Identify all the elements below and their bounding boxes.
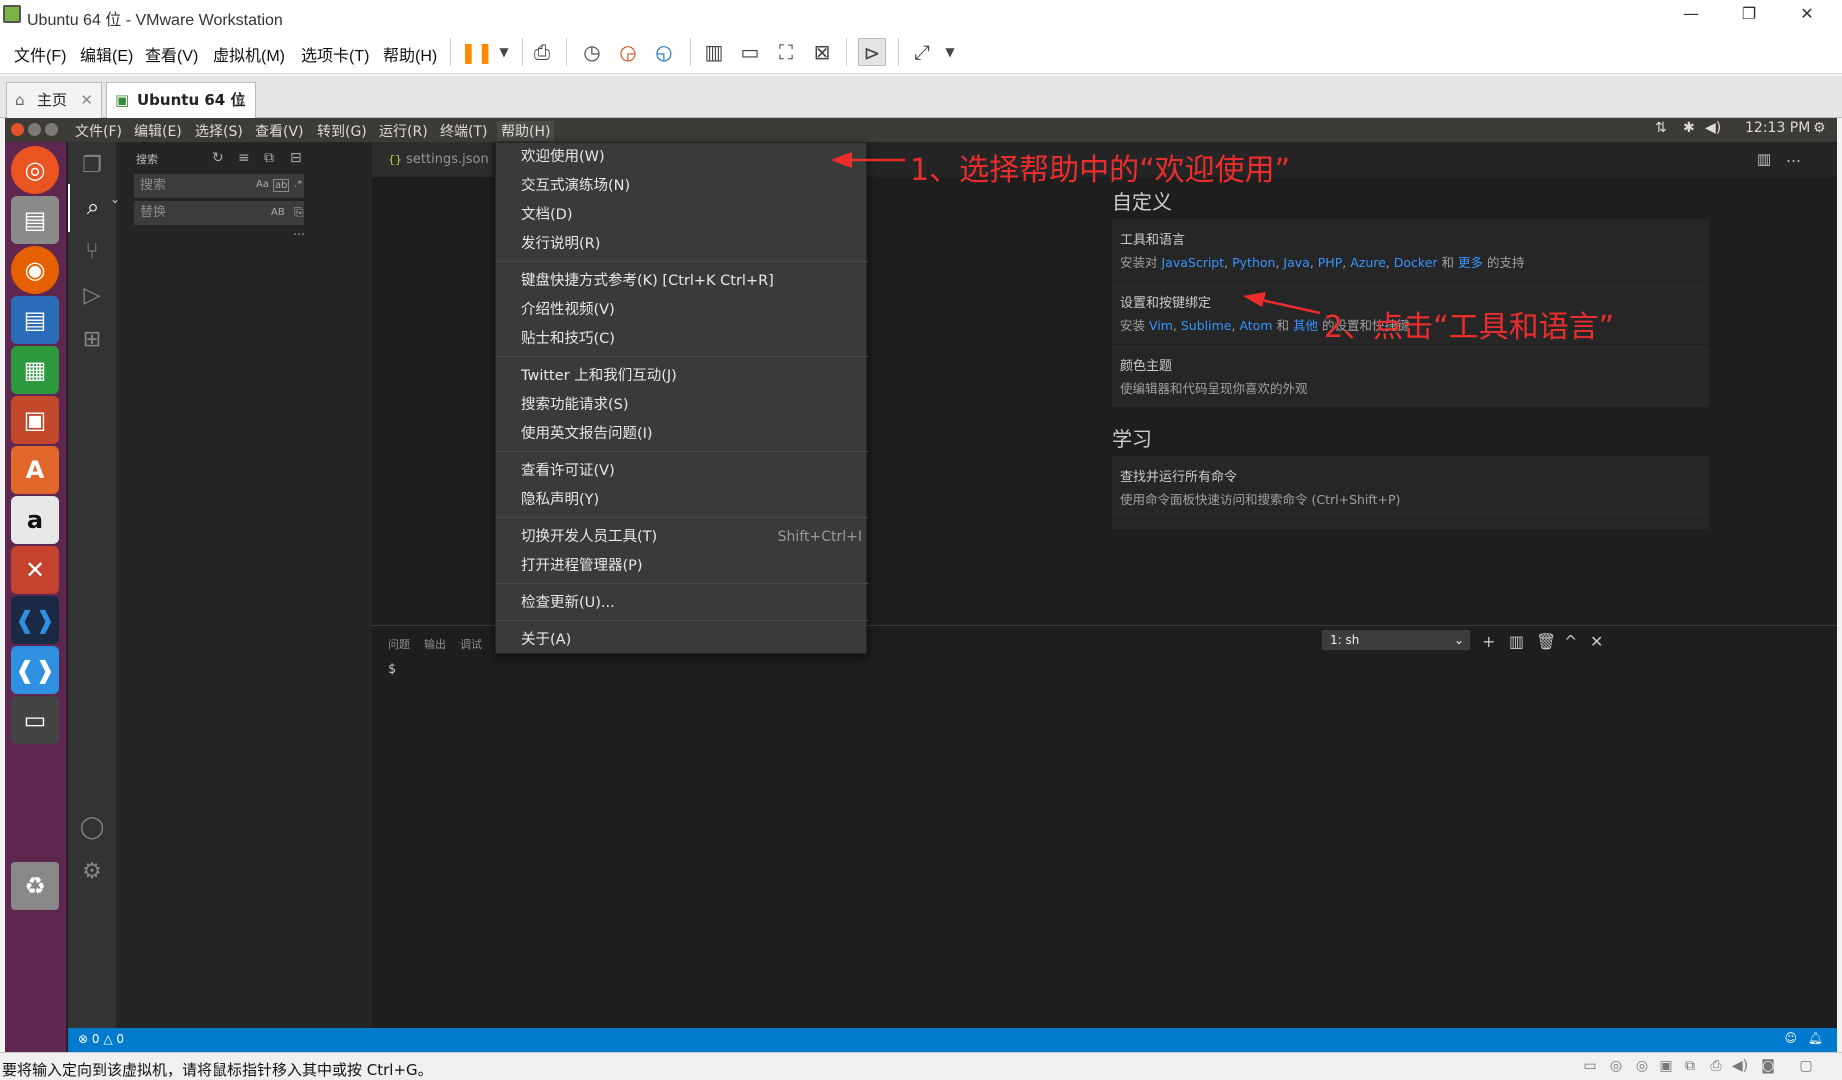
cd-icon[interactable]: ◎ (1606, 1058, 1626, 1076)
printer-icon[interactable]: ⎙ (1706, 1058, 1726, 1076)
host-status-bar: 要将输入定向到该虚拟机，请将鼠标指针移入其中或按 Ctrl+G。 ▭ ◎ ◎ ▣… (0, 1052, 1842, 1080)
camera-icon[interactable]: ◙ (1758, 1058, 1778, 1076)
arrow-head-icon (1243, 292, 1266, 307)
host-status-message: 要将输入定向到该虚拟机，请将鼠标指针移入其中或按 Ctrl+G。 (2, 1061, 433, 1079)
sound-icon[interactable]: ◀) (1730, 1058, 1750, 1076)
floppy-icon[interactable]: ▣ (1656, 1058, 1676, 1076)
cd2-icon[interactable]: ◎ (1632, 1058, 1652, 1076)
annotation-step1: 1、选择帮助中的“欢迎使用” (910, 153, 1291, 188)
hdd-icon[interactable]: ▭ (1580, 1058, 1600, 1076)
network-adapter-icon[interactable]: ⧉ (1680, 1058, 1700, 1076)
annotation-step2: 2、点击“工具和语言” (1324, 310, 1615, 345)
arrow-head-icon (830, 152, 852, 168)
message-icon[interactable]: ▢ (1796, 1058, 1816, 1076)
